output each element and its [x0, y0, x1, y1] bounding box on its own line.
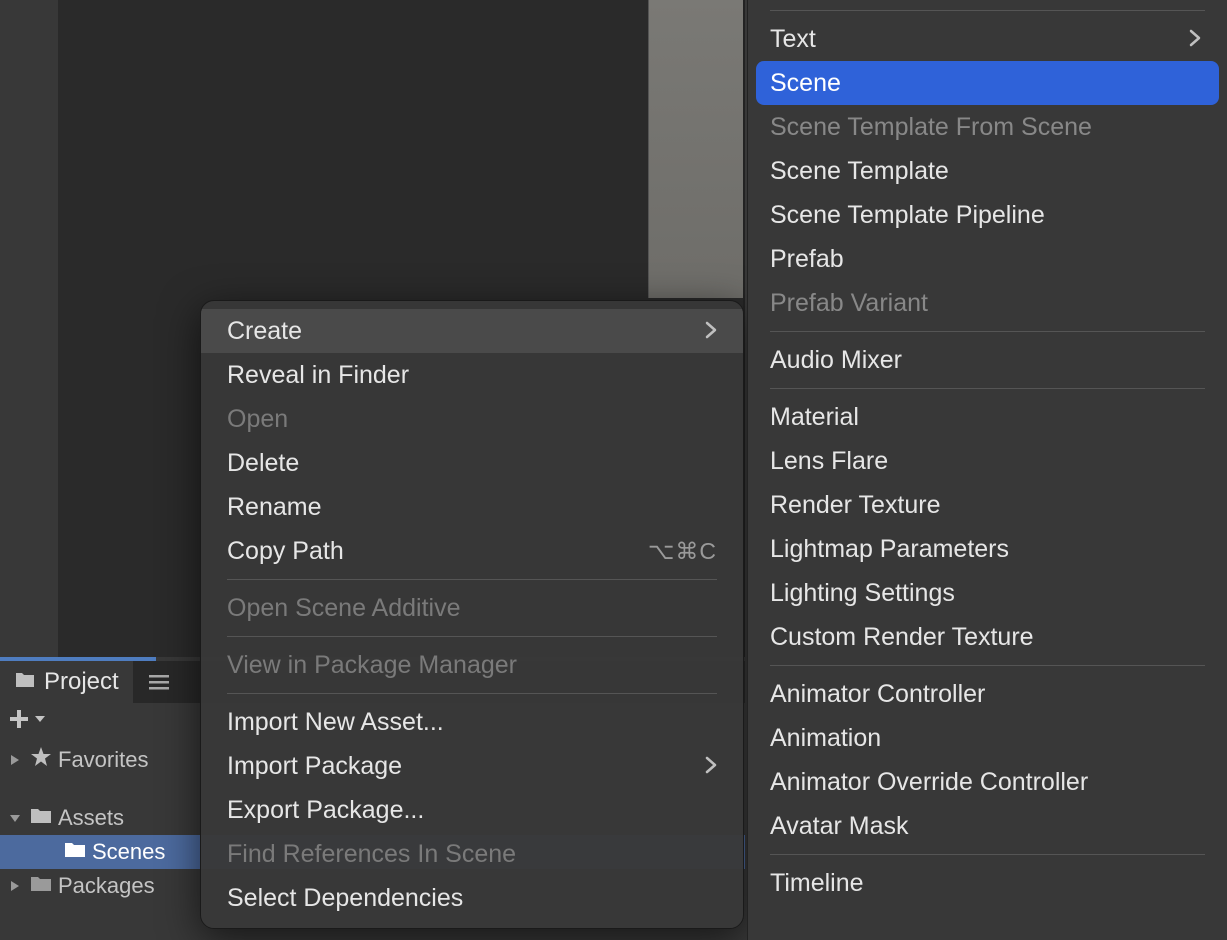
- tree-label: Favorites: [58, 747, 148, 773]
- menu-label: Export Package...: [227, 796, 424, 825]
- plus-icon: [8, 708, 30, 730]
- submenu-lightmap-parameters[interactable]: Lightmap Parameters: [748, 527, 1227, 571]
- submenu-label: Scene: [770, 69, 841, 98]
- submenu-separator: [770, 10, 1205, 11]
- submenu-prefab[interactable]: Prefab: [748, 237, 1227, 281]
- submenu-label: Timeline: [770, 869, 864, 898]
- tree-label: Scenes: [92, 839, 165, 865]
- disclosure-triangle-icon[interactable]: [6, 754, 24, 766]
- submenu-label: Lighting Settings: [770, 579, 955, 608]
- submenu-label: Animator Override Controller: [770, 768, 1088, 797]
- star-icon: [30, 746, 52, 774]
- viewport-skybox-corner: [648, 0, 743, 298]
- dropdown-triangle-icon: [34, 714, 46, 724]
- menu-label: Open: [227, 405, 288, 434]
- menu-label: Reveal in Finder: [227, 361, 409, 390]
- menu-open: Open: [201, 397, 743, 441]
- submenu-label: Prefab: [770, 245, 844, 274]
- submenu-label: Lightmap Parameters: [770, 535, 1009, 564]
- tree-label: Packages: [58, 873, 155, 899]
- menu-rename[interactable]: Rename: [201, 485, 743, 529]
- menu-copy-path[interactable]: Copy Path ⌥⌘C: [201, 529, 743, 573]
- submenu-timeline[interactable]: Timeline: [748, 861, 1227, 905]
- submenu-separator: [770, 331, 1205, 332]
- menu-label: Create: [227, 317, 302, 346]
- menu-label: Import New Asset...: [227, 708, 444, 737]
- submenu-label: Material: [770, 403, 859, 432]
- submenu-label: Text: [770, 25, 816, 54]
- submenu-scene-template-pipeline[interactable]: Scene Template Pipeline: [748, 193, 1227, 237]
- submenu-scene-template-from-scene: Scene Template From Scene: [748, 105, 1227, 149]
- menu-separator: [227, 693, 717, 694]
- chevron-right-icon: [705, 752, 717, 781]
- disclosure-triangle-icon[interactable]: [6, 812, 24, 824]
- folder-icon: [64, 839, 86, 865]
- submenu-audio-mixer[interactable]: Audio Mixer: [748, 338, 1227, 382]
- disclosure-triangle-icon[interactable]: [6, 880, 24, 892]
- submenu-scene[interactable]: Scene: [756, 61, 1219, 105]
- submenu-animator-controller[interactable]: Animator Controller: [748, 672, 1227, 716]
- submenu-prefab-variant: Prefab Variant: [748, 281, 1227, 325]
- menu-reveal-in-finder[interactable]: Reveal in Finder: [201, 353, 743, 397]
- menu-find-references: Find References In Scene: [201, 832, 743, 876]
- submenu-label: Scene Template From Scene: [770, 113, 1092, 142]
- chevron-right-icon: [1189, 25, 1201, 54]
- menu-export-package[interactable]: Export Package...: [201, 788, 743, 832]
- submenu-lens-flare[interactable]: Lens Flare: [748, 439, 1227, 483]
- submenu-render-texture[interactable]: Render Texture: [748, 483, 1227, 527]
- menu-create[interactable]: Create: [201, 309, 743, 353]
- submenu-scene-template[interactable]: Scene Template: [748, 149, 1227, 193]
- menu-label: Rename: [227, 493, 322, 522]
- submenu-animator-override[interactable]: Animator Override Controller: [748, 760, 1227, 804]
- add-asset-button[interactable]: [6, 706, 48, 732]
- submenu-label: Animator Controller: [770, 680, 985, 709]
- menu-label: Open Scene Additive: [227, 594, 461, 623]
- menu-view-package-manager: View in Package Manager: [201, 643, 743, 687]
- project-tab-label: Project: [44, 668, 119, 696]
- submenu-custom-render-texture[interactable]: Custom Render Texture: [748, 615, 1227, 659]
- submenu-material[interactable]: Material: [748, 395, 1227, 439]
- submenu-label: Custom Render Texture: [770, 623, 1034, 652]
- tree-label: Assets: [58, 805, 124, 831]
- context-menu: Create Reveal in Finder Open Delete Rena…: [200, 300, 744, 929]
- menu-delete[interactable]: Delete: [201, 441, 743, 485]
- menu-import-new-asset[interactable]: Import New Asset...: [201, 700, 743, 744]
- submenu-label: Scene Template Pipeline: [770, 201, 1045, 230]
- submenu-label: Avatar Mask: [770, 812, 908, 841]
- menu-separator: [227, 636, 717, 637]
- menu-import-package[interactable]: Import Package: [201, 744, 743, 788]
- menu-label: Delete: [227, 449, 299, 478]
- submenu-separator: [770, 854, 1205, 855]
- submenu-label: Audio Mixer: [770, 346, 902, 375]
- submenu-label: Scene Template: [770, 157, 949, 186]
- menu-separator: [227, 579, 717, 580]
- project-tab[interactable]: Project: [0, 661, 133, 703]
- folder-icon: [30, 805, 52, 831]
- submenu-label: Lens Flare: [770, 447, 888, 476]
- menu-open-scene-additive: Open Scene Additive: [201, 586, 743, 630]
- menu-select-dependencies[interactable]: Select Dependencies: [201, 876, 743, 920]
- panel-menu-icon[interactable]: [139, 661, 179, 703]
- submenu-separator: [770, 665, 1205, 666]
- folder-icon: [14, 668, 36, 696]
- create-submenu: Text Scene Scene Template From Scene Sce…: [747, 0, 1227, 940]
- menu-shortcut: ⌥⌘C: [648, 538, 717, 565]
- menu-label: Copy Path: [227, 537, 344, 566]
- menu-label: Select Dependencies: [227, 884, 463, 913]
- folder-icon: [30, 873, 52, 899]
- submenu-animation[interactable]: Animation: [748, 716, 1227, 760]
- submenu-text[interactable]: Text: [748, 17, 1227, 61]
- submenu-separator: [770, 388, 1205, 389]
- chevron-right-icon: [705, 317, 717, 346]
- submenu-lighting-settings[interactable]: Lighting Settings: [748, 571, 1227, 615]
- submenu-label: Render Texture: [770, 491, 940, 520]
- menu-label: Import Package: [227, 752, 402, 781]
- submenu-avatar-mask[interactable]: Avatar Mask: [748, 804, 1227, 848]
- menu-label: Find References In Scene: [227, 840, 516, 869]
- submenu-label: Prefab Variant: [770, 289, 928, 318]
- submenu-label: Animation: [770, 724, 881, 753]
- menu-label: View in Package Manager: [227, 651, 517, 680]
